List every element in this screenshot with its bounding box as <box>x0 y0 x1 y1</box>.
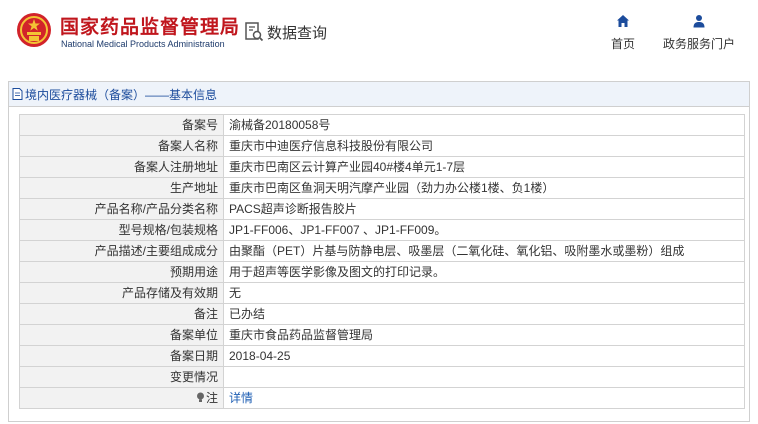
nav-home[interactable]: 首页 <box>606 14 640 58</box>
table-row: 备案单位 重庆市食品药品监督管理局 <box>19 324 745 346</box>
row-label: 备案号 <box>19 114 224 136</box>
row-value: 无 <box>223 282 745 304</box>
row-value: 重庆市食品药品监督管理局 <box>223 324 745 346</box>
row-label: 型号规格/包装规格 <box>19 219 224 241</box>
table-row: 备案号 渝械备20180058号 <box>19 114 745 136</box>
row-value: 渝械备20180058号 <box>223 114 745 136</box>
table-row: 型号规格/包装规格 JP1-FF006、JP1-FF007 、JP1-FF009… <box>19 219 745 241</box>
table-row: 变更情况 <box>19 366 745 388</box>
table-row: 产品描述/主要组成成分 由聚酯（PET）片基与防静电层、吸墨层（二氧化硅、氧化铝… <box>19 240 745 262</box>
row-label: 生产地址 <box>19 177 224 199</box>
row-value: PACS超声诊断报告胶片 <box>223 198 745 220</box>
row-value: 重庆市巴南区云计算产业园40#楼4单元1-7层 <box>223 156 745 178</box>
document-icon <box>12 88 23 100</box>
row-value: 重庆市巴南区鱼洞天明汽摩产业园（劲力办公楼1楼、负1楼） <box>223 177 745 199</box>
lightbulb-icon <box>196 392 204 402</box>
table-row: 产品名称/产品分类名称 PACS超声诊断报告胶片 <box>19 198 745 220</box>
row-value: 由聚酯（PET）片基与防静电层、吸墨层（二氧化硅、氧化铝、吸附墨水或墨粉）组成 <box>223 240 745 262</box>
nav-gov-portal[interactable]: 政务服务门户 <box>656 14 742 58</box>
row-label: 注 <box>205 391 218 405</box>
home-icon <box>617 15 629 27</box>
user-icon <box>693 15 705 28</box>
row-value: 用于超声等医学影像及图文的打印记录。 <box>223 261 745 283</box>
site-name-cn[interactable]: 国家药品监督管理局 <box>60 12 240 39</box>
row-label: 产品名称/产品分类名称 <box>19 198 224 220</box>
table-row: 备注 已办结 <box>19 303 745 325</box>
row-label: 变更情况 <box>19 366 224 388</box>
table-row: 备案人名称 重庆市中迪医疗信息科技股份有限公司 <box>19 135 745 157</box>
row-label: 备案单位 <box>19 324 224 346</box>
data-query-link[interactable]: 数据查询 <box>244 20 327 44</box>
search-document-icon <box>245 22 264 42</box>
details-link[interactable]: 详情 <box>229 391 253 405</box>
table-row: 注 详情 <box>19 387 745 409</box>
nav-gov-portal-label: 政务服务门户 <box>662 37 735 51</box>
nav-home-label: 首页 <box>610 37 635 51</box>
table-row: 备案日期 2018-04-25 <box>19 345 745 367</box>
table-row: 预期用途 用于超声等医学影像及图文的打印记录。 <box>19 261 745 283</box>
table-row: 生产地址 重庆市巴南区鱼洞天明汽摩产业园（劲力办公楼1楼、负1楼） <box>19 177 745 199</box>
record-panel: 境内医疗器械（备案）——基本信息 备案号 渝械备20180058号 备案人名称 … <box>8 81 750 422</box>
row-value: JP1-FF006、JP1-FF007 、JP1-FF009。 <box>223 219 745 241</box>
row-label: 备注 <box>19 303 224 325</box>
national-emblem-icon <box>17 13 51 47</box>
row-value: 2018-04-25 <box>223 345 745 367</box>
row-label: 预期用途 <box>19 261 224 283</box>
row-value <box>223 366 745 388</box>
panel-header: 境内医疗器械（备案）——基本信息 <box>9 82 749 107</box>
row-value: 重庆市中迪医疗信息科技股份有限公司 <box>223 135 745 157</box>
row-value: 已办结 <box>223 303 745 325</box>
table-row: 产品存储及有效期 无 <box>19 282 745 304</box>
site-header: 国家药品监督管理局 National Medical Products Admi… <box>0 0 758 66</box>
data-query-label: 数据查询 <box>267 24 328 42</box>
site-name-en: National Medical Products Administration <box>61 39 225 49</box>
row-label: 备案人名称 <box>19 135 224 157</box>
row-label: 备案人注册地址 <box>19 156 224 178</box>
row-label: 产品存储及有效期 <box>19 282 224 304</box>
row-label: 备案日期 <box>19 345 224 367</box>
record-info-table: 备案号 渝械备20180058号 备案人名称 重庆市中迪医疗信息科技股份有限公司… <box>19 114 745 409</box>
table-row: 备案人注册地址 重庆市巴南区云计算产业园40#楼4单元1-7层 <box>19 156 745 178</box>
note-label-cell: 注 <box>19 387 224 409</box>
panel-title: 境内医疗器械（备案）——基本信息 <box>25 87 218 102</box>
row-label: 产品描述/主要组成成分 <box>19 240 224 262</box>
row-value-cell: 详情 <box>223 387 745 409</box>
